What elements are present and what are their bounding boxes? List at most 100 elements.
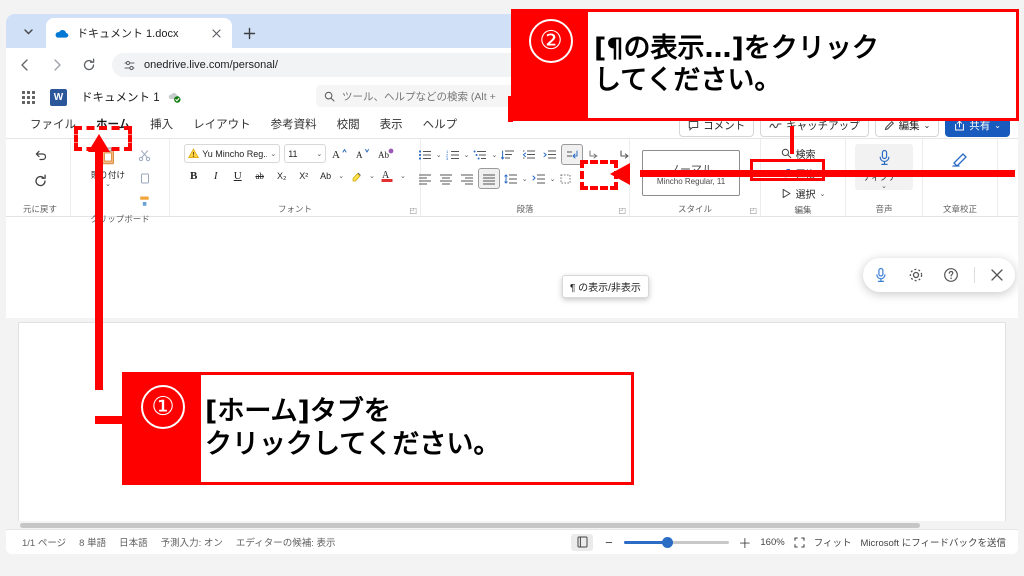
svg-text:A: A [332,149,340,161]
ribbon-group-paragraph-label: 段落 [516,204,534,214]
dictate-button[interactable]: ディクテー ⌄ [855,144,913,190]
bold-button[interactable]: B [184,166,203,185]
app-launcher-icon[interactable] [14,90,42,104]
dialog-launcher-icon[interactable]: ◰ [409,206,417,215]
status-editor-suggestions[interactable]: エディターの候補: 表示 [236,535,336,549]
dialog-launcher-icon[interactable]: ◰ [749,206,757,215]
new-tab-plus-icon[interactable] [238,22,260,44]
chevron-down-icon[interactable]: ⌄ [270,150,276,158]
ribbon-tab-help[interactable]: ヘルプ [413,114,468,136]
reload-icon[interactable] [76,52,102,78]
annotation-callout-1: ① [ホーム]タブを クリックしてください。 [122,372,634,485]
clear-formatting-icon[interactable]: Ab [376,144,395,163]
ribbon-tab-review[interactable]: 校閲 [327,114,370,136]
grow-font-icon[interactable]: A [330,144,349,163]
add-ins-icon[interactable] [1011,148,1018,170]
annotation-1-line-2: クリックしてください。 [205,428,501,460]
subscript-button[interactable]: X₂ [272,166,291,185]
scissors-cut-icon[interactable] [133,144,155,166]
fit-label[interactable]: フィット [814,535,852,549]
sort-icon[interactable] [498,145,518,164]
undo-icon[interactable] [29,144,51,166]
site-settings-icon[interactable] [122,58,136,72]
align-center-icon[interactable] [436,169,456,188]
highlight-icon[interactable] [347,166,366,185]
fit-to-window-icon[interactable] [794,536,805,548]
highlight-box-find [750,159,825,181]
font-warning-icon [188,148,200,159]
ribbon-tab-references[interactable]: 参考資料 [261,114,327,136]
chevron-down-icon[interactable]: ⌄ [522,175,528,183]
chevron-down-icon[interactable]: ⌄ [491,151,497,159]
multilevel-list-icon[interactable] [470,145,490,164]
underline-button[interactable]: U [228,166,247,185]
close-icon[interactable] [208,25,224,41]
chevron-down-icon[interactable]: ⌄ [400,172,406,180]
numbered-list-icon[interactable]: 123 [443,145,463,164]
editor-pen-icon[interactable] [949,148,971,170]
ribbon-tab-insert[interactable]: 挿入 [140,114,183,136]
settings-gear-icon[interactable] [903,262,929,288]
status-predictive-text[interactable]: 予測入力: オン [161,535,223,549]
address-bar-url: onedrive.live.com/personal/ [144,59,278,71]
font-size-input[interactable]: 11 ⌄ [284,144,327,163]
status-page-count[interactable]: 1/1 ページ [22,535,66,549]
strikethrough-button[interactable]: ab [250,166,269,185]
align-left-icon[interactable] [415,169,435,188]
chevron-down-icon[interactable]: ⌄ [820,190,826,198]
zoom-slider-knob[interactable] [662,536,674,548]
chevron-down-icon[interactable]: ⌄ [436,151,442,159]
chevron-down-icon[interactable]: ⌄ [881,183,887,190]
paragraph-spacing-icon[interactable] [529,169,549,188]
zoom-out-button[interactable]: − [602,535,615,550]
chevron-down-icon[interactable]: ⌄ [550,175,556,183]
zoom-level-label[interactable]: 160% [760,537,784,548]
ribbon-tab-view[interactable]: 表示 [370,114,413,136]
status-language[interactable]: 日本語 [119,535,148,549]
annotation-1-badge: ① [125,375,201,482]
back-arrow-icon[interactable] [12,52,38,78]
shrink-font-icon[interactable]: A [353,144,372,163]
chevron-down-icon[interactable]: ⌄ [316,150,322,158]
help-question-icon[interactable] [938,262,964,288]
zoom-slider[interactable] [624,536,730,548]
scrollbar-thumb[interactable] [20,523,920,528]
ribbon-tab-layout[interactable]: レイアウト [183,114,261,136]
zoom-in-button[interactable]: ＋ [738,533,751,552]
dialog-launcher-icon[interactable]: ◰ [618,206,626,215]
select-button[interactable]: 選択 ⌄ [777,184,830,203]
line-spacing-icon[interactable] [501,169,521,188]
microphone-icon[interactable] [868,262,894,288]
chevron-down-icon[interactable]: ⌄ [369,172,375,180]
increase-indent-icon[interactable] [540,145,560,164]
font-size-value: 11 [288,148,298,159]
format-painter-icon[interactable] [133,190,155,212]
chevron-down-icon[interactable]: ⌄ [464,151,470,159]
status-word-count[interactable]: 8 単語 [79,535,106,549]
chevron-down-icon: ⌄ [994,121,1001,130]
italic-button[interactable]: I [206,166,225,185]
document-title[interactable]: ドキュメント 1 [81,89,160,105]
browser-tab[interactable]: ドキュメント 1.docx [46,18,232,48]
chevron-down-icon[interactable]: ⌄ [105,181,111,188]
bullet-list-icon[interactable] [415,145,435,164]
change-case-button[interactable]: Ab [316,166,335,185]
redo-icon[interactable] [29,170,51,192]
highlight-box-home-tab [74,126,132,151]
justify-icon[interactable] [477,168,500,189]
decrease-indent-icon[interactable] [519,145,539,164]
font-name-input[interactable]: Yu Mincho Reg... ⌄ [184,144,281,163]
superscript-button[interactable]: X² [294,166,313,185]
font-color-icon[interactable]: A [378,166,397,185]
style-detail: Mincho Regular, 11 [656,176,726,186]
tab-search-chevron-down-icon[interactable] [14,18,42,44]
align-right-icon[interactable] [457,169,477,188]
shading-icon[interactable] [556,169,576,188]
chevron-down-icon[interactable]: ⌄ [338,172,344,180]
forward-arrow-icon[interactable] [44,52,70,78]
copy-icon[interactable] [133,167,155,189]
close-icon[interactable] [984,262,1010,288]
feedback-link[interactable]: Microsoft にフィードバックを送信 [861,535,1006,549]
ribbon-group-addins: ア ⌄ [997,139,1018,216]
page-view-icon[interactable] [571,533,594,551]
